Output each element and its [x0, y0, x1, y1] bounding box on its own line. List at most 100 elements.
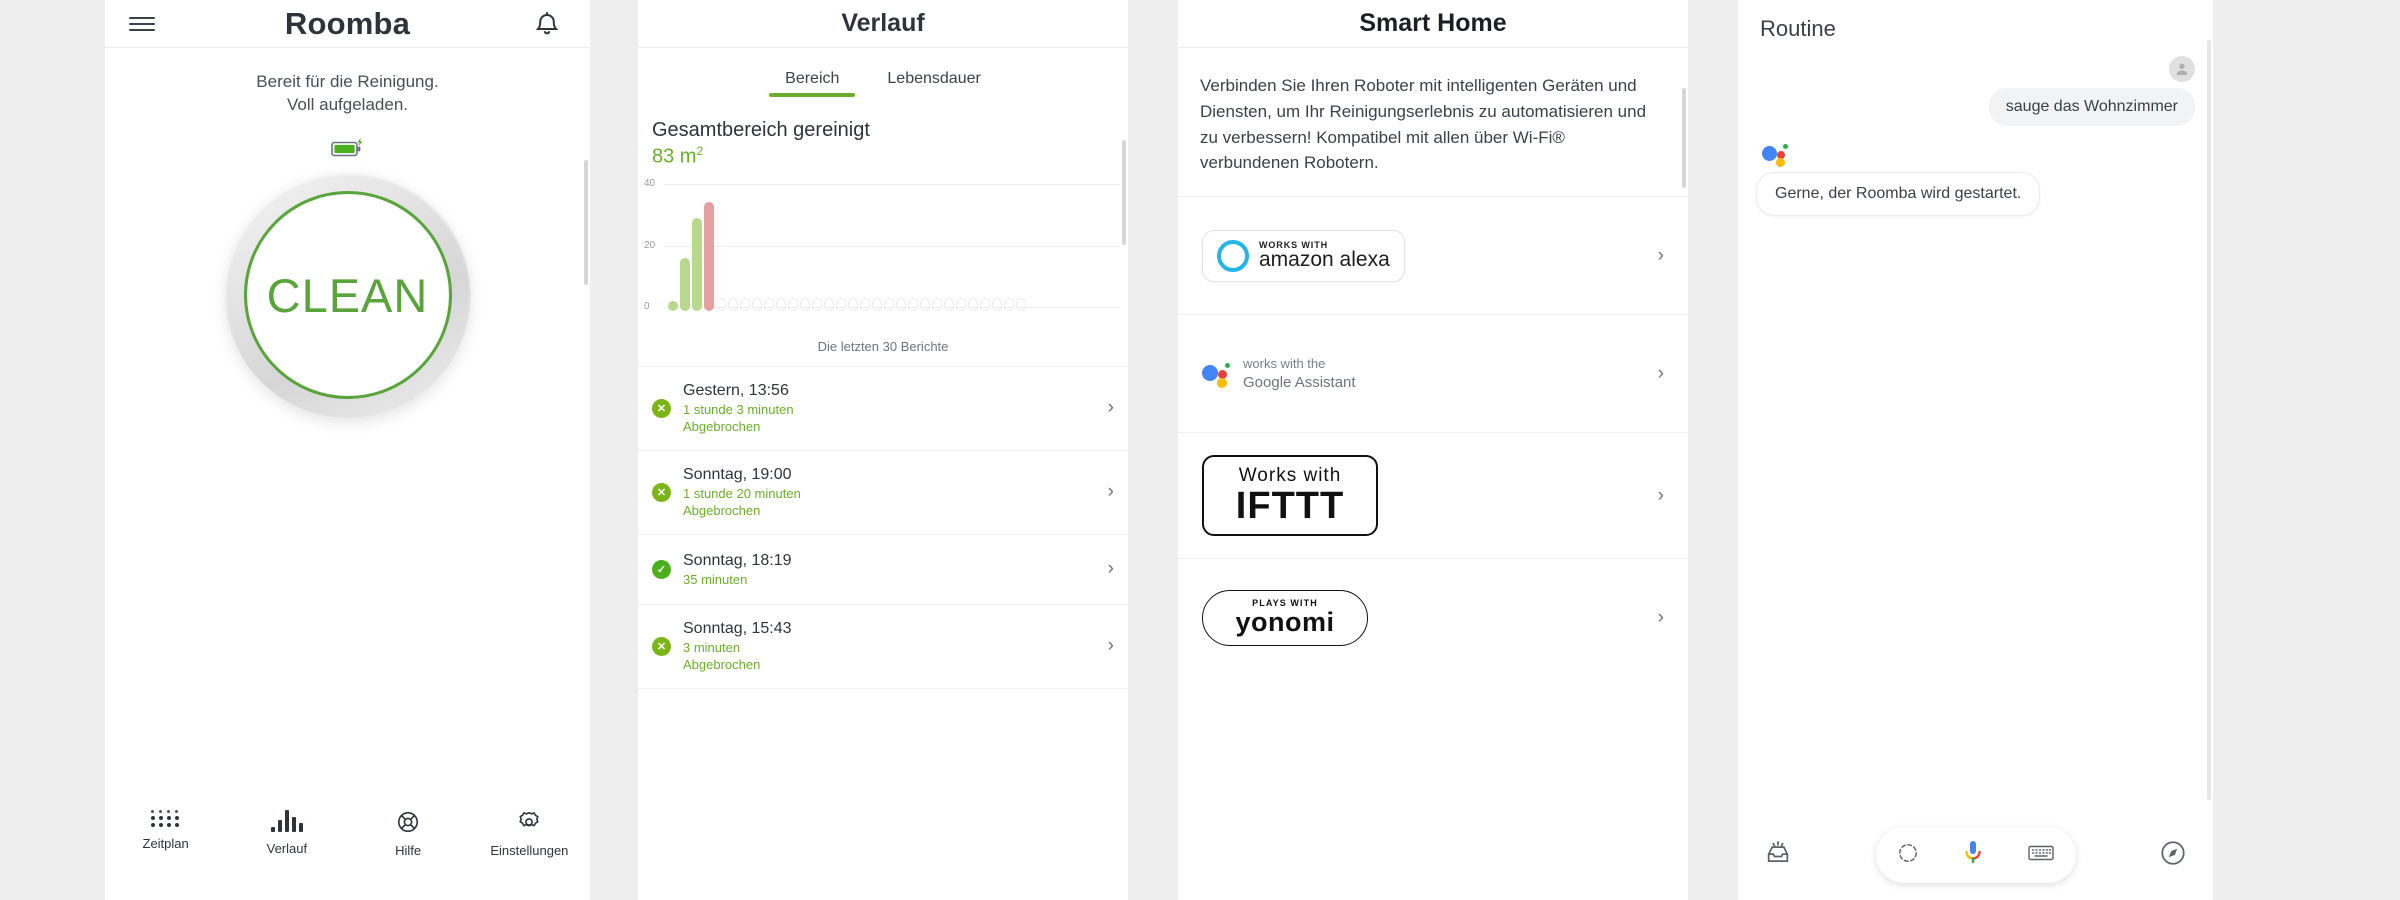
chart-bar: [800, 297, 810, 311]
assistant-conversation: sauge das Wohnzimmer Gerne, der Roomba w…: [1738, 42, 2213, 216]
chart-bar: [884, 297, 894, 311]
google-assistant-dots-icon: [1202, 361, 1232, 388]
smart-home-row-yonomi[interactable]: PLAYS WITH yonomi ›: [1178, 558, 1688, 676]
chart-bar: [860, 297, 870, 311]
panel-scrollbar[interactable]: [1122, 140, 1126, 245]
chart-bar: [836, 297, 846, 311]
verlauf-tabs: Bereich Lebensdauer: [638, 48, 1128, 97]
nav-item-hilfe[interactable]: Hilfe: [348, 810, 469, 858]
y-tick-20: 20: [644, 239, 656, 251]
nav-item-einstellungen[interactable]: Einstellungen: [469, 810, 590, 858]
chart-bar: [908, 297, 918, 311]
summary-value-unit: 2: [696, 144, 704, 158]
chart-bar: [692, 217, 702, 311]
history-row[interactable]: ✓ Sonntag, 18:19 35 minuten ›: [638, 535, 1128, 605]
cancel-x-icon: ✕: [652, 482, 671, 502]
smart-home-row-amazon-alexa[interactable]: WORKS WITH amazon alexa ›: [1178, 196, 1688, 314]
verlauf-title: Verlauf: [638, 0, 1128, 48]
nav-label-verlauf: Verlauf: [266, 841, 308, 856]
microphone-icon[interactable]: [1961, 839, 1985, 872]
history-row[interactable]: ✕ Sonntag, 19:00 1 stunde 20 minuten Abgebr…: [638, 451, 1128, 535]
ga-works-with-label: works with the: [1243, 355, 1326, 371]
nav-label-einstellungen: Einstellungen: [490, 843, 569, 858]
panel-scrollbar[interactable]: [584, 160, 588, 285]
chevron-right-icon[interactable]: ›: [1658, 245, 1664, 267]
google-lens-icon[interactable]: [1897, 842, 1919, 869]
panel-scrollbar[interactable]: [1682, 88, 1686, 188]
roomba-header: Roomba: [105, 0, 590, 48]
summary-label: Gesamtbereich gereinigt: [652, 119, 870, 141]
chart-bar: [752, 297, 762, 311]
explore-compass-icon[interactable]: [2159, 839, 2187, 872]
clean-button[interactable]: CLEAN: [224, 172, 471, 418]
chart-bar: [944, 297, 954, 311]
history-bars-icon: [270, 810, 303, 832]
inbox-updates-icon[interactable]: [1764, 839, 1792, 872]
chevron-right-icon[interactable]: ›: [1658, 363, 1664, 385]
y-tick-40: 40: [644, 177, 656, 189]
history-row-duration: 1 stunde 3 minuten: [683, 401, 794, 417]
history-row[interactable]: ✕ Gestern, 13:56 1 stunde 3 minuten Abgebro…: [638, 367, 1128, 451]
chart-bar: [932, 297, 942, 311]
smart-home-title: Smart Home: [1178, 0, 1688, 48]
chart-bar: [680, 257, 690, 311]
history-row-time: Sonntag, 15:43: [683, 619, 792, 637]
nav-label-zeitplan: Zeitplan: [142, 836, 189, 851]
chart-bar: [728, 297, 738, 311]
chart-bar: [968, 297, 978, 311]
robot-status-text: Bereit für die Reinigung. Voll aufgelade…: [105, 48, 590, 117]
chevron-right-icon[interactable]: ›: [1658, 485, 1664, 507]
chart-bar: [704, 202, 714, 311]
chevron-right-icon[interactable]: ›: [1108, 397, 1114, 419]
chart-bar: [764, 297, 774, 311]
bell-icon[interactable]: [532, 9, 562, 44]
history-row-text: Sonntag, 18:19 35 minuten: [683, 551, 1096, 589]
panel-roomba-home: Roomba Bereit für die Reinigung. Voll au…: [105, 0, 590, 900]
status-line-1: Bereit für die Reinigung.: [256, 72, 439, 91]
keyboard-icon[interactable]: [2028, 843, 2054, 868]
tab-lebensdauer[interactable]: Lebensdauer: [887, 70, 980, 97]
history-row-time: Sonntag, 18:19: [683, 551, 792, 569]
tab-bereich[interactable]: Bereich: [769, 70, 856, 97]
smart-home-row-ifttt[interactable]: Works with IFTTT ›: [1178, 432, 1688, 558]
smart-home-row-google-assistant[interactable]: works with the Google Assistant ›: [1178, 314, 1688, 432]
chart-bar: [776, 297, 786, 311]
cancel-x-icon: ✕: [652, 636, 671, 656]
ga-brand-label: Google Assistant: [1243, 373, 1356, 391]
help-lifebuoy-icon: [398, 812, 419, 832]
history-row[interactable]: ✕ Sonntag, 15:43 3 minuten Abgebrochen ›: [638, 605, 1128, 689]
chevron-right-icon[interactable]: ›: [1108, 558, 1114, 580]
assistant-message-bubble: Gerne, der Roomba wird gestartet.: [1756, 172, 2041, 216]
settings-gear-icon: [519, 812, 539, 827]
assistant-message-row: Gerne, der Roomba wird gestartet.: [1756, 142, 2195, 216]
avatar-row: [1756, 56, 2195, 82]
chart-bar: [872, 297, 882, 311]
history-row-time: Sonntag, 19:00: [683, 465, 792, 483]
chevron-right-icon[interactable]: ›: [1658, 607, 1664, 629]
panel-scrollbar[interactable]: [2207, 40, 2211, 800]
amazon-alexa-logo: WORKS WITH amazon alexa: [1202, 229, 1405, 282]
chevron-right-icon[interactable]: ›: [1108, 635, 1114, 657]
yonomi-brand-label: yonomi: [1235, 606, 1335, 637]
assistant-input-pill: [1875, 827, 2076, 883]
alexa-ring-icon: [1217, 239, 1249, 272]
nav-item-zeitplan[interactable]: Zeitplan: [105, 810, 226, 851]
chart-bar: [740, 297, 750, 311]
clean-button-label: CLEAN: [266, 268, 429, 322]
check-icon: ✓: [652, 559, 671, 579]
chevron-right-icon[interactable]: ›: [1108, 481, 1114, 503]
history-row-text: Sonntag, 15:43 3 minuten Abgebrochen: [683, 619, 1096, 674]
smart-home-intro: Verbinden Sie Ihren Roboter mit intellig…: [1200, 76, 1647, 173]
user-avatar-icon: [2169, 56, 2195, 82]
status-line-2: Voll aufgeladen.: [287, 95, 408, 115]
nav-item-verlauf[interactable]: Verlauf: [226, 810, 347, 856]
history-row-duration: 1 stunde 20 minuten: [683, 485, 801, 501]
panel-routine-assistant: Routine sauge das Wohnzimmer Gerne, der …: [1738, 0, 2213, 900]
chart-bar: [1004, 297, 1014, 311]
panel-gap: [590, 0, 638, 900]
y-tick-0: 0: [644, 300, 650, 312]
history-row-text: Sonntag, 19:00 1 stunde 20 minuten Abgebro…: [683, 465, 1096, 520]
summary-value-number: 83 m: [652, 145, 697, 168]
history-row-state: Abgebrochen: [683, 503, 761, 519]
bottom-navigation: Zeitplan Verlauf Hilfe Einstellungen: [105, 794, 590, 900]
